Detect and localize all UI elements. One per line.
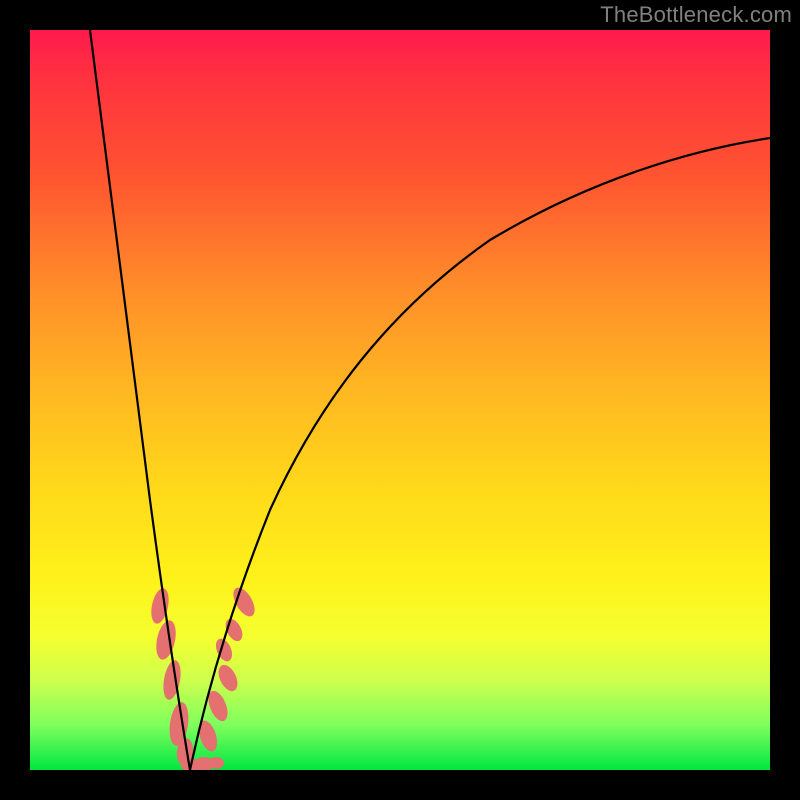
curve-right-branch xyxy=(190,138,770,770)
curve-svg xyxy=(30,30,770,770)
chart-frame: TheBottleneck.com xyxy=(0,0,800,800)
plot-area xyxy=(30,30,770,770)
watermark-text: TheBottleneck.com xyxy=(600,2,792,28)
curve-left-branch xyxy=(90,30,190,770)
